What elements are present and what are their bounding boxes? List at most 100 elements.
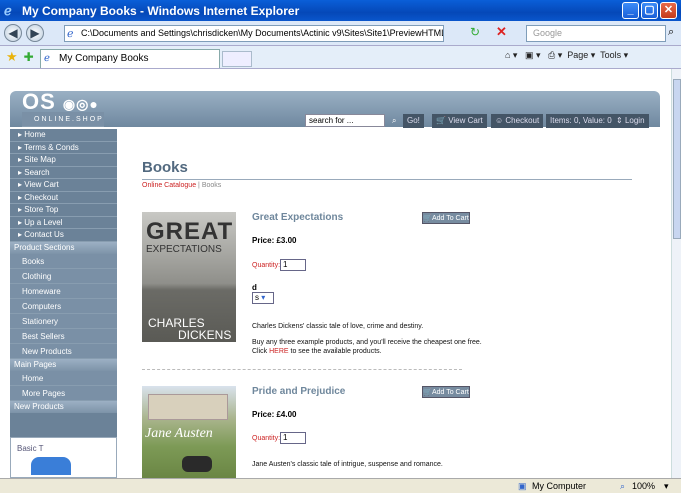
tshirt-image[interactable] (31, 457, 71, 475)
new-tab-button[interactable] (222, 51, 252, 67)
zoom-chevron-icon[interactable]: ▾ (664, 479, 669, 493)
mansion-image (148, 394, 228, 420)
view-cart-button[interactable]: 🛒 View Cart (432, 114, 487, 128)
sidebar-item-books[interactable]: Books (10, 253, 117, 269)
quantity-row: Quantity: 1 (252, 259, 307, 271)
promo-text: Buy any three example products, and you'… (252, 339, 482, 355)
sidebar-item-new-products[interactable]: New Products (10, 343, 117, 359)
book-cover-great-expectations[interactable]: GREAT EXPECTATIONS CHARLES DICKENS (142, 212, 236, 342)
sidebar-item-site-map[interactable]: ▸ Site Map (10, 154, 117, 167)
page-title: Books (142, 159, 188, 176)
breadcrumb-catalogue[interactable]: Online Catalogue (142, 182, 196, 189)
sidebar-item-homeware[interactable]: Homeware (10, 283, 117, 299)
new-product-link[interactable]: Basic T (17, 444, 116, 453)
product-price: Price: £4.00 (252, 410, 297, 419)
zoom-icon: ⌕ (620, 481, 626, 491)
sidebar-item-terms[interactable]: ▸ Terms & Conds (10, 142, 117, 154)
promo-link[interactable]: HERE (269, 348, 288, 355)
minimize-button[interactable]: _ (622, 2, 639, 19)
book-cover-pride-and-prejudice[interactable]: Jane Austen (142, 386, 236, 478)
sidebar-item-computers[interactable]: Computers (10, 298, 117, 314)
product-sections-heading: Product Sections (10, 241, 117, 254)
security-zone: My Computer (532, 481, 587, 491)
add-favorite-icon[interactable]: ✚ (24, 50, 34, 64)
product-name[interactable]: Pride and Prejudice (252, 386, 345, 397)
back-button[interactable]: ◀ (4, 24, 22, 42)
close-button[interactable]: ✕ (660, 2, 677, 19)
search-icon[interactable]: ⌕ (668, 26, 674, 39)
sidebar-item-more-pages[interactable]: More Pages (10, 385, 117, 401)
add-to-cart-button[interactable]: 🛒Add To Cart (422, 386, 470, 398)
command-bar: ⌂ ▾ ▣ ▾ ⎙ ▾ Page ▾ Tools ▾ (505, 50, 629, 60)
cow-image (182, 456, 212, 472)
quantity-input[interactable]: 1 (280, 432, 307, 444)
sidebar-item-view-cart[interactable]: ▸ View Cart (10, 179, 117, 192)
sidebar-item-contact-us[interactable]: ▸ Contact Us (10, 229, 117, 242)
tools-menu[interactable]: Tools (600, 50, 621, 60)
stop-icon[interactable]: ✕ (496, 24, 507, 40)
main-pages-heading: Main Pages (10, 358, 117, 371)
size-select[interactable]: s ▾ (252, 292, 274, 304)
new-products-box: Basic T (10, 437, 117, 478)
tab-my-company-books[interactable]: ℯ My Company Books (40, 49, 220, 68)
ie-icon: ℯ (4, 2, 12, 18)
sidebar-item-best-sellers[interactable]: Best Sellers (10, 328, 117, 344)
search-field[interactable]: Google (526, 25, 666, 42)
logo-rings-icon: ◉◎● (62, 96, 99, 112)
sidebar-item-pages-home[interactable]: Home (10, 370, 117, 386)
breadcrumb-separator: | (198, 182, 200, 189)
shop-search-input[interactable]: search for ... (305, 114, 385, 127)
product-name[interactable]: Great Expectations (252, 212, 343, 223)
favorites-bar: ★ ✚ ℯ My Company Books ⌂ ▾ ▣ ▾ ⎙ ▾ Page ▾… (0, 46, 681, 69)
status-bar: ▣ My Computer ⌕ 100% ▾ (0, 478, 681, 493)
title-bar: ℯ My Company Books - Windows Internet Ex… (0, 0, 681, 21)
sidebar: ▸ Home ▸ Terms & Conds ▸ Site Map ▸ Sear… (10, 129, 117, 478)
home-icon[interactable]: ⌂ ▾ (505, 50, 517, 60)
sidebar-item-store-top[interactable]: ▸ Store Top (10, 204, 117, 217)
checkout-button[interactable]: ☺ Checkout (491, 114, 544, 128)
cart-summary: Items: 0, Value: 0 (546, 114, 616, 128)
product-description: Charles Dickens' classic tale of love, c… (252, 323, 424, 330)
address-field[interactable]: ℯ C:\Documents and Settings\chrisdicken\M… (64, 25, 444, 42)
add-to-cart-button[interactable]: 🛒Add To Cart (422, 212, 470, 224)
new-products-heading: New Products (10, 400, 117, 413)
tab-ie-icon: ℯ (44, 53, 50, 64)
breadcrumb: Online Catalogue | Books (142, 182, 221, 189)
sidebar-item-clothing[interactable]: Clothing (10, 268, 117, 284)
zoom-level[interactable]: 100% (632, 479, 655, 493)
sidebar-item-search[interactable]: ▸ Search (10, 167, 117, 179)
title-underline (142, 179, 632, 180)
magnifier-icon: ⌕ (392, 116, 397, 125)
product-divider (142, 369, 462, 370)
maximize-button[interactable]: ▢ (641, 2, 658, 19)
print-icon[interactable]: ⎙ ▾ (548, 50, 562, 60)
login-button[interactable]: ⇕ Login (612, 114, 649, 128)
address-bar-row: ◀ ▶ ℯ C:\Documents and Settings\chrisdick… (0, 21, 681, 46)
feeds-icon[interactable]: ▣ ▾ (525, 50, 541, 60)
shop-logo[interactable]: OS ◉◎● ONLINE.SHOP (22, 89, 104, 127)
refresh-icon[interactable]: ↻ (470, 25, 480, 39)
sidebar-item-home[interactable]: ▸ Home (10, 129, 117, 142)
browser-window: ℯ My Company Books - Windows Internet Ex… (0, 0, 681, 493)
page-icon: ℯ (67, 28, 74, 40)
go-button[interactable]: Go! (403, 114, 424, 128)
scroll-thumb[interactable] (673, 79, 681, 239)
product-description: Jane Austen's classic tale of intrigue, … (252, 461, 443, 468)
vertical-scrollbar[interactable] (671, 69, 681, 478)
sidebar-item-stationery[interactable]: Stationery (10, 313, 117, 329)
breadcrumb-books: Books (201, 182, 222, 189)
page-viewport: OS ◉◎● ONLINE.SHOP search for ... ⌕ Go! … (0, 69, 671, 478)
forward-button[interactable]: ▶ (26, 24, 44, 42)
favorites-star-icon[interactable]: ★ (6, 49, 18, 65)
main-content: Books Online Catalogue | Books GREAT EXP… (117, 129, 661, 478)
computer-icon: ▣ (518, 481, 527, 491)
option-label: d (252, 283, 257, 292)
quantity-input[interactable]: 1 (280, 259, 307, 271)
sidebar-item-up-a-level[interactable]: ▸ Up a Level (10, 217, 117, 229)
sidebar-item-checkout[interactable]: ▸ Checkout (10, 192, 117, 204)
page-menu[interactable]: Page (567, 50, 588, 60)
product-price: Price: £3.00 (252, 236, 297, 245)
quantity-row: Quantity: 1 (252, 432, 307, 444)
chevron-down-icon: ▾ (261, 293, 266, 302)
window-title: My Company Books - Windows Internet Expl… (22, 3, 300, 18)
